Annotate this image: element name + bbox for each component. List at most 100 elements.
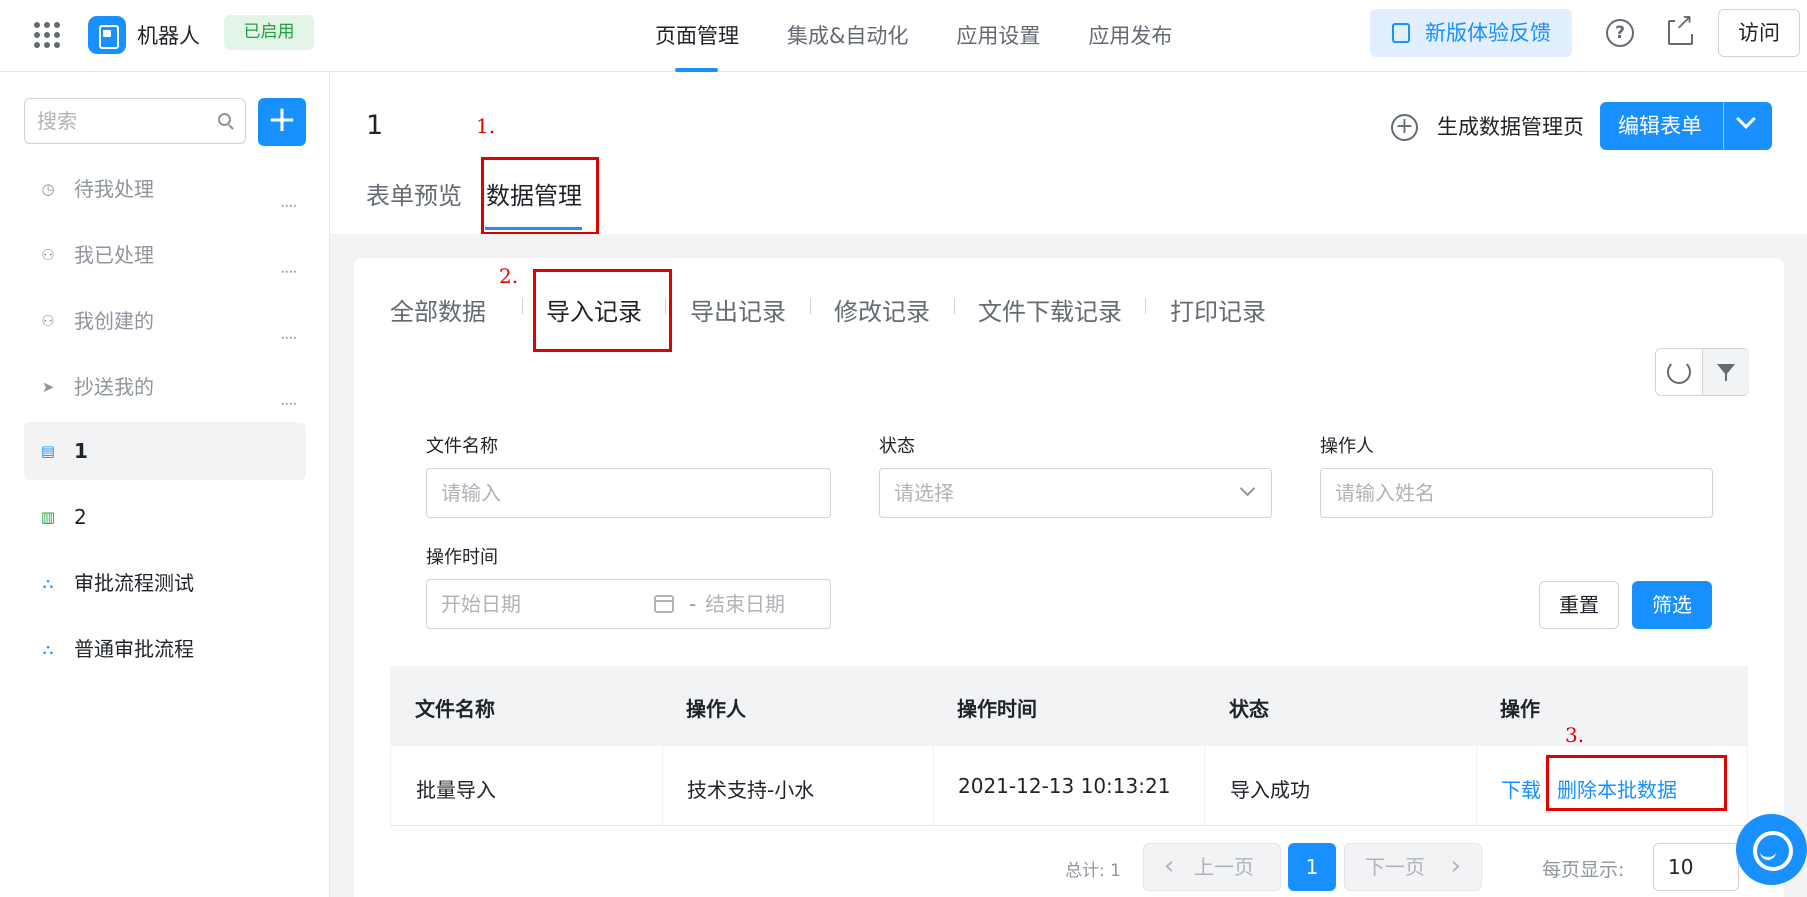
status-select[interactable]: 请选择: [879, 468, 1272, 518]
file-name-input[interactable]: 请输入: [426, 468, 831, 518]
top-nav: 页面管理 集成&自动化 应用设置 应用发布: [655, 0, 1220, 72]
file-name-label: 文件名称: [426, 436, 498, 457]
pager-total: 总计: 1: [1065, 861, 1121, 881]
edit-form-button[interactable]: 编辑表单: [1600, 102, 1772, 150]
user-check-icon: ⚇: [41, 246, 55, 264]
sidebar-item-cc[interactable]: ➤ 抄送我的 ᠁: [24, 358, 306, 416]
reset-button[interactable]: 重置: [1539, 581, 1619, 629]
plus-circle-icon: +: [1391, 114, 1418, 141]
subtab-divider: [522, 298, 523, 314]
feedback-label: 新版体验反馈: [1425, 21, 1551, 45]
annotation-3: 3.: [1565, 723, 1585, 747]
clock-icon: ◷: [41, 180, 55, 198]
operator-input[interactable]: 请输入姓名: [1320, 468, 1713, 518]
chevron-down-icon[interactable]: [1736, 109, 1756, 129]
table-header: 文件名称 操作人 操作时间 状态 操作: [390, 666, 1748, 746]
sidebar-item-label: 审批流程测试: [74, 571, 194, 595]
column-header-time: 操作时间: [957, 697, 1037, 721]
cell-divider: [662, 746, 663, 826]
date-range-picker[interactable]: 开始日期 - 结束日期: [426, 579, 831, 629]
sidebar-item-label: 普通审批流程: [74, 637, 194, 661]
sidebar-item-form-1[interactable]: ▤ 1: [24, 422, 306, 480]
sidebar-item-label: 抄送我的: [74, 375, 154, 399]
form-doc-icon: ▤: [40, 442, 56, 460]
subtab-print-records[interactable]: 打印记录: [1170, 292, 1266, 327]
nav-app-settings[interactable]: 应用设置: [956, 0, 1040, 72]
page-size-label: 每页显示:: [1542, 859, 1625, 881]
app-grid-icon[interactable]: [34, 22, 60, 48]
sidebar-item-label: 2: [74, 505, 87, 529]
start-date-input[interactable]: 开始日期: [441, 592, 521, 616]
chevron-left-icon: ‹: [1164, 851, 1175, 881]
table-toolbar: [1655, 348, 1749, 396]
refresh-icon[interactable]: [1667, 360, 1691, 384]
subtab-all-data[interactable]: 全部数据: [390, 292, 486, 327]
feedback-button[interactable]: 新版体验反馈: [1370, 9, 1572, 57]
prev-label: 上一页: [1194, 855, 1254, 879]
generate-data-page-button[interactable]: + 生成数据管理页: [1391, 110, 1584, 144]
annotation-box-3: [1546, 755, 1727, 811]
annotation-box-2: [533, 269, 672, 352]
prev-page-button[interactable]: ‹ 上一页: [1143, 843, 1281, 891]
subtab-export-records[interactable]: 导出记录: [690, 292, 786, 327]
cell-status: 导入成功: [1230, 778, 1310, 802]
split-divider: [1723, 102, 1724, 150]
subtab-download-records[interactable]: 文件下载记录: [978, 292, 1122, 327]
page-title: 1: [366, 110, 384, 141]
current-page[interactable]: 1: [1288, 843, 1336, 891]
sidebar-item-created[interactable]: ⚇ 我创建的 ᠁: [24, 292, 306, 350]
next-label: 下一页: [1365, 855, 1425, 879]
flow-icon: ⛬: [42, 640, 54, 658]
external-link-icon[interactable]: [1668, 12, 1694, 45]
tab-form-preview[interactable]: 表单预览: [366, 176, 462, 211]
sidebar-item-handled[interactable]: ⚇ 我已处理 ᠁: [24, 226, 306, 284]
app-logo-icon: [88, 16, 126, 54]
visit-button[interactable]: 访问: [1718, 9, 1800, 57]
add-page-button[interactable]: +: [258, 98, 306, 146]
top-header: 机器人 已启用 页面管理 集成&自动化 应用设置 应用发布 新版体验反馈 ? 访…: [0, 0, 1807, 72]
help-icon[interactable]: ?: [1606, 19, 1634, 47]
app-name: 机器人: [137, 24, 200, 48]
cell-file-name: 批量导入: [416, 778, 496, 802]
sidebar-item-label: 我创建的: [74, 309, 154, 333]
sidebar-search-input[interactable]: 搜索: [24, 98, 246, 144]
subtab-divider: [1145, 298, 1146, 314]
search-icon: [218, 113, 231, 126]
nav-app-publish[interactable]: 应用发布: [1088, 0, 1172, 72]
status-placeholder: 请选择: [894, 481, 954, 505]
cell-time: 2021-12-13 10:13:21: [958, 774, 1171, 798]
nav-integration[interactable]: 集成&自动化: [787, 0, 908, 72]
sidebar-item-approval-test[interactable]: ⛬ 审批流程测试: [24, 554, 306, 612]
customer-support-icon[interactable]: [1736, 814, 1807, 885]
chevron-right-icon: ›: [1450, 851, 1461, 881]
date-range-separator: -: [689, 592, 697, 616]
edit-note-icon: [1392, 23, 1410, 43]
cell-operator: 技术支持-小水: [687, 778, 815, 802]
filter-submit-button[interactable]: 筛选: [1632, 581, 1712, 629]
column-header-file: 文件名称: [415, 697, 495, 721]
filter-icon[interactable]: [1703, 349, 1749, 395]
sidebar-item-report-2[interactable]: ▥ 2: [24, 488, 306, 546]
search-placeholder: 搜索: [37, 109, 77, 133]
status-label: 状态: [879, 436, 915, 457]
user-add-icon: ⚇: [41, 312, 55, 330]
sidebar-item-pending[interactable]: ◷ 待我处理 ᠁: [24, 160, 306, 218]
report-icon: ▥: [40, 508, 56, 526]
page-size-select[interactable]: 10: [1653, 843, 1739, 891]
sidebar-item-normal-approval[interactable]: ⛬ 普通审批流程: [24, 620, 306, 678]
end-date-input[interactable]: 结束日期: [705, 580, 785, 628]
sidebar-item-label: 待我处理: [74, 177, 154, 201]
subtab-modify-records[interactable]: 修改记录: [834, 292, 930, 327]
column-header-status: 状态: [1229, 697, 1269, 721]
cell-divider: [1204, 746, 1205, 826]
nav-page-management[interactable]: 页面管理: [655, 0, 739, 72]
subtab-divider: [810, 298, 811, 314]
time-label: 操作时间: [426, 547, 498, 568]
column-header-operator: 操作人: [686, 697, 746, 721]
download-link[interactable]: 下载: [1501, 774, 1541, 803]
send-icon: ➤: [41, 378, 55, 396]
next-page-button[interactable]: 下一页 ›: [1344, 843, 1482, 891]
table-row: 批量导入 技术支持-小水 2021-12-13 10:13:21 导入成功 下载…: [390, 746, 1748, 826]
annotation-box-1: [481, 157, 599, 235]
cell-divider: [1476, 746, 1477, 826]
